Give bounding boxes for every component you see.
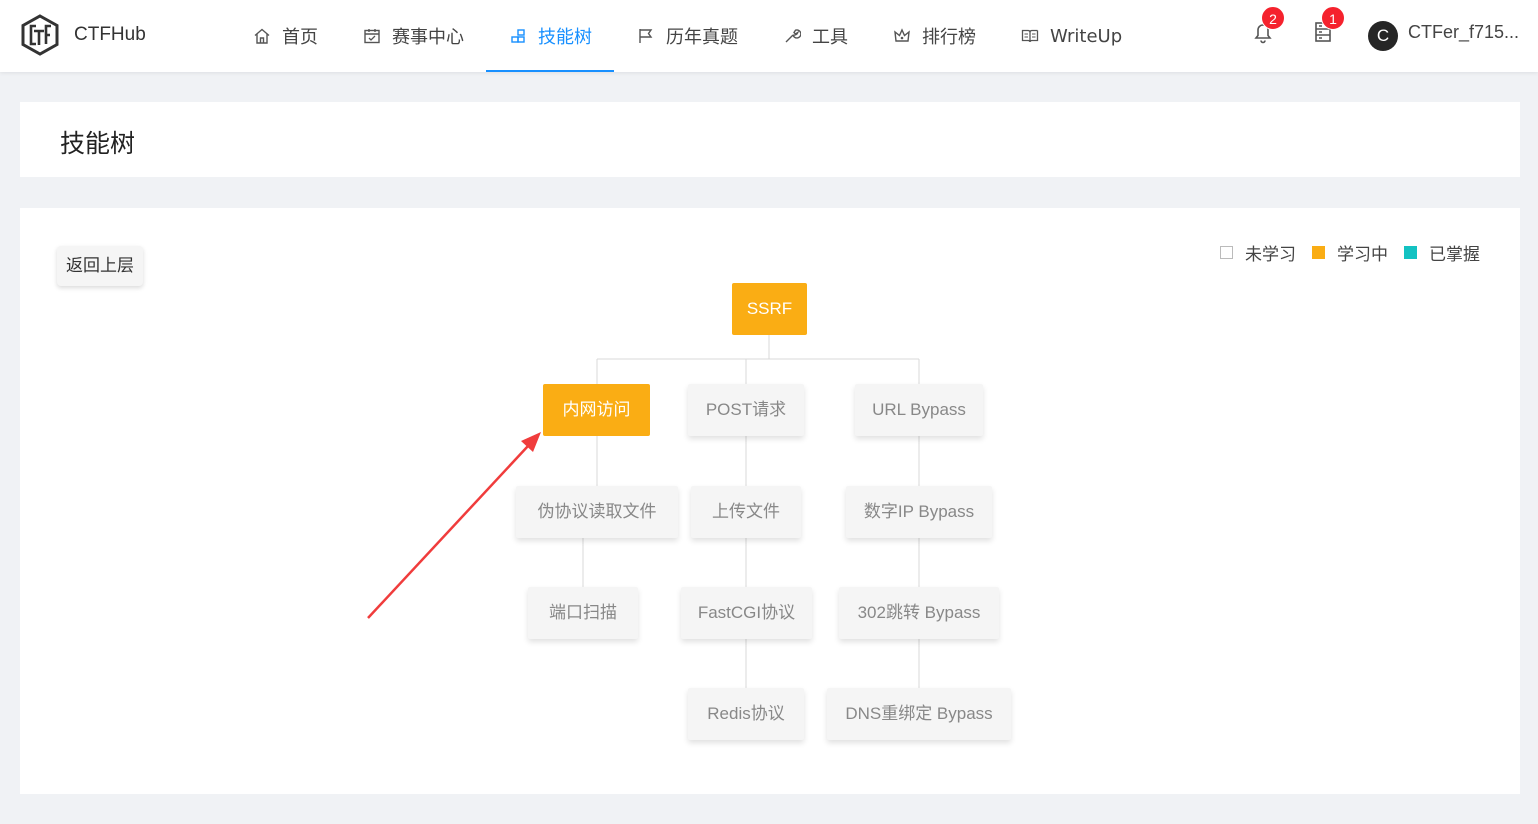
top-header: CTFHub 首页 赛事中心 技能树 历年真题 工具 排行榜 WriteUp 2… bbox=[0, 0, 1538, 72]
crown-icon bbox=[892, 26, 912, 46]
main-nav: 首页 赛事中心 技能树 历年真题 工具 排行榜 WriteUp bbox=[230, 0, 1144, 72]
nav-tools-label: 工具 bbox=[812, 27, 848, 48]
skill-node-pseudo-protocol[interactable]: 伪协议读取文件 bbox=[516, 486, 678, 538]
messages-button[interactable]: 1 bbox=[1311, 6, 1345, 44]
avatar[interactable]: C bbox=[1368, 21, 1398, 51]
legend-item-not-learned: 未学习 bbox=[1220, 240, 1296, 265]
page-title: 技能树 bbox=[60, 129, 136, 158]
legend-swatch-mastered bbox=[1404, 246, 1417, 259]
home-icon bbox=[252, 26, 272, 46]
book-icon bbox=[1020, 26, 1040, 46]
flag-icon bbox=[636, 26, 656, 46]
skill-node-url-bypass[interactable]: URL Bypass bbox=[855, 384, 983, 436]
legend-label: 未学习 bbox=[1245, 245, 1296, 265]
app-name: CTFHub bbox=[74, 24, 146, 45]
status-legend: 未学习 学习中 已掌握 bbox=[1204, 240, 1480, 265]
legend-item-learning: 学习中 bbox=[1312, 240, 1388, 265]
legend-item-mastered: 已掌握 bbox=[1404, 240, 1480, 265]
nav-writeup[interactable]: WriteUp bbox=[998, 0, 1144, 72]
skill-node-post-request[interactable]: POST请求 bbox=[688, 384, 804, 436]
nav-past-exams-label: 历年真题 bbox=[666, 27, 738, 48]
nav-skill-tree-label: 技能树 bbox=[538, 27, 592, 48]
ctfhub-logo-icon bbox=[21, 14, 59, 56]
logo[interactable]: CTFHub bbox=[20, 14, 146, 56]
skill-node-302-redirect-bypass[interactable]: 302跳转 Bypass bbox=[839, 587, 999, 639]
nav-past-exams[interactable]: 历年真题 bbox=[614, 0, 760, 72]
legend-label: 已掌握 bbox=[1429, 245, 1480, 265]
legend-swatch-learning bbox=[1312, 246, 1325, 259]
skill-node-intranet-access[interactable]: 内网访问 bbox=[543, 384, 650, 436]
page-title-card: 技能树 bbox=[20, 102, 1520, 177]
nav-ranking[interactable]: 排行榜 bbox=[870, 0, 998, 72]
nav-skill-tree[interactable]: 技能树 bbox=[486, 0, 614, 72]
messages-badge: 1 bbox=[1321, 6, 1345, 30]
nav-home[interactable]: 首页 bbox=[230, 0, 340, 72]
notifications-button[interactable]: 2 bbox=[1251, 6, 1285, 44]
nav-events-label: 赛事中心 bbox=[392, 27, 464, 48]
skill-node-port-scan[interactable]: 端口扫描 bbox=[528, 587, 638, 639]
nav-home-label: 首页 bbox=[282, 27, 318, 48]
nav-ranking-label: 排行榜 bbox=[922, 27, 976, 48]
skill-node-fastcgi[interactable]: FastCGI协议 bbox=[681, 587, 812, 639]
nav-events[interactable]: 赛事中心 bbox=[340, 0, 486, 72]
skill-node-dns-rebinding-bypass[interactable]: DNS重绑定 Bypass bbox=[827, 688, 1011, 740]
legend-label: 学习中 bbox=[1337, 245, 1388, 265]
skill-node-upload-file[interactable]: 上传文件 bbox=[691, 486, 801, 538]
skill-node-ssrf[interactable]: SSRF bbox=[732, 283, 807, 335]
calendar-icon bbox=[362, 26, 382, 46]
username[interactable]: CTFer_f715... bbox=[1408, 22, 1519, 43]
back-button[interactable]: 返回上层 bbox=[57, 246, 143, 286]
notifications-badge: 2 bbox=[1261, 6, 1285, 30]
nav-tools[interactable]: 工具 bbox=[760, 0, 870, 72]
skill-node-redis[interactable]: Redis协议 bbox=[688, 688, 804, 740]
nav-writeup-label: WriteUp bbox=[1050, 25, 1123, 47]
skill-node-numeric-ip-bypass[interactable]: 数字IP Bypass bbox=[846, 486, 992, 538]
legend-swatch-not-learned bbox=[1220, 246, 1233, 259]
skill-tree-icon bbox=[508, 26, 528, 46]
wrench-icon bbox=[782, 26, 802, 46]
